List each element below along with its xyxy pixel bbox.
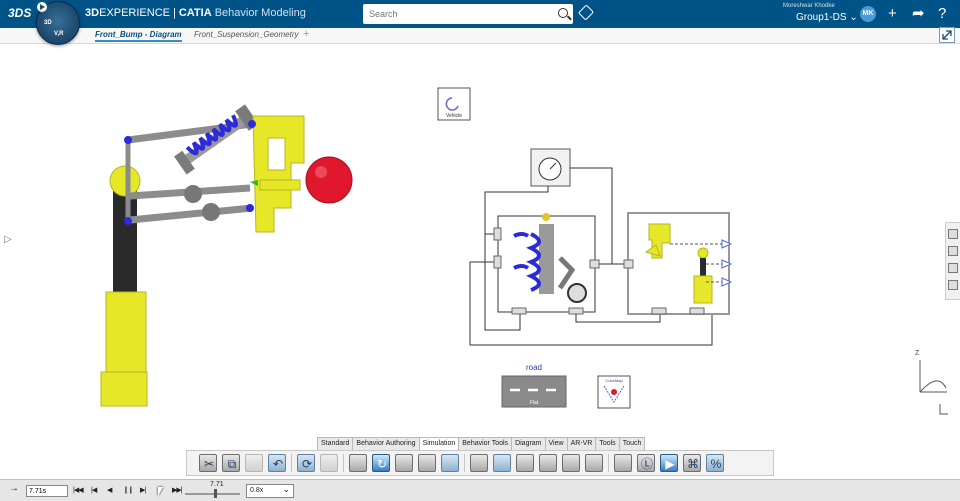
collaborative-space-selector[interactable]: Group1-DS ⌄	[796, 12, 858, 23]
tab-behavior-authoring[interactable]: Behavior Authoring	[352, 437, 420, 450]
gauge-block[interactable]	[530, 148, 571, 187]
tab-standard[interactable]: Standard	[317, 437, 354, 450]
search-icon[interactable]	[558, 8, 568, 18]
ds-logo: 3DS	[8, 6, 32, 20]
tab-front-bump-diagram[interactable]: Front_Bump - Diagram	[95, 30, 182, 42]
export-results-icon[interactable]	[562, 454, 580, 472]
pause-icon[interactable]: ❙❙	[123, 486, 134, 494]
plot-icon[interactable]	[470, 454, 488, 472]
add-tab-icon[interactable]: +	[303, 28, 309, 40]
compass-label-3d: 3D	[44, 20, 52, 26]
simulate-icon[interactable]: ↻	[372, 454, 390, 472]
parameters-icon[interactable]	[441, 454, 459, 472]
front-suspension-block[interactable]	[493, 213, 600, 315]
slider-knob[interactable]	[214, 489, 217, 498]
app-title: 3DEXPERIENCE | CATIA Behavior Modeling	[85, 7, 306, 19]
play-icon[interactable]	[37, 2, 47, 12]
red-ball	[305, 156, 353, 204]
play-simulation-icon[interactable]: ▶	[660, 454, 678, 472]
time-input[interactable]	[26, 485, 68, 497]
tab-view[interactable]: View	[544, 437, 568, 450]
capture-icon[interactable]: ⌘	[683, 454, 701, 472]
colormap-label: ColorMap	[605, 378, 623, 383]
vehicle-block[interactable]: Vehicle	[437, 87, 471, 121]
upright-column	[113, 185, 137, 300]
share-icon[interactable]: ➦	[912, 5, 925, 23]
search-input[interactable]	[363, 4, 548, 24]
compile-icon[interactable]	[349, 454, 367, 472]
measure-icon[interactable]	[614, 454, 632, 472]
avatar[interactable]: MK	[860, 6, 876, 22]
results-icon[interactable]	[418, 454, 436, 472]
tab-diagram[interactable]: Diagram	[511, 437, 546, 450]
time-slider[interactable]	[185, 493, 240, 495]
vehicle-label: Vehicle	[446, 113, 462, 119]
steering-knuckle	[252, 115, 305, 233]
section-tabs: Standard Behavior Authoring Simulation B…	[317, 437, 646, 450]
tab-simulation[interactable]: Simulation	[418, 437, 460, 450]
separator	[343, 454, 344, 472]
ball-joint	[109, 165, 141, 197]
mouse-cursor	[158, 487, 163, 496]
law-icon[interactable]: Ⓛ	[637, 454, 655, 472]
road-block[interactable]: road Flat	[501, 363, 567, 408]
user-name: Moreshwar Khodke	[783, 3, 835, 9]
paste-icon[interactable]	[245, 454, 263, 472]
action-bar: ✂ ⧉ ↶ ⟳ ↻ Ⓛ ▶ ⌘ %	[186, 450, 774, 476]
separator	[608, 454, 609, 472]
experiment-icon[interactable]	[395, 454, 413, 472]
collapse-icon[interactable]	[939, 27, 955, 43]
tab-tools[interactable]: Tools	[595, 437, 620, 450]
help-icon[interactable]: ?	[938, 5, 946, 23]
actuator-block[interactable]	[623, 212, 733, 315]
last-frame-icon[interactable]: ▶▶|	[172, 486, 183, 494]
axis-triad-icon[interactable]: Z	[915, 350, 948, 415]
step-arrow-icon[interactable]: →	[9, 483, 19, 494]
annotation-icon[interactable]	[585, 454, 603, 472]
app-window: { "header": { "brand_bold": "3D", "brand…	[0, 0, 960, 501]
svg-text:Z: Z	[915, 350, 920, 357]
separator	[291, 454, 292, 472]
lower-arm	[129, 204, 253, 224]
tab-front-suspension-geometry[interactable]: Front_Suspension_Geometry	[194, 30, 299, 39]
compass-widget[interactable]: 3D V,R	[36, 1, 80, 45]
compass-label-vr: V,R	[54, 31, 64, 37]
report-icon[interactable]	[539, 454, 557, 472]
settings-icon[interactable]: %	[706, 454, 724, 472]
separator	[464, 454, 465, 472]
document-tabs: Front_Bump - Diagram Front_Suspension_Ge…	[0, 28, 960, 44]
diagram-canvas[interactable]: Vehicle road Flat ColorMap Z	[0, 44, 960, 434]
speed-select[interactable]: 0.8x	[246, 483, 294, 498]
next-frame-icon[interactable]: ▶|	[140, 486, 146, 494]
update-icon[interactable]: ⟳	[297, 454, 315, 472]
plus-icon[interactable]: +	[888, 5, 897, 23]
player-bar: → |◀◀ |◀ ◀ ❙❙ ▶| ▶▶| 7.71 0.8x	[0, 479, 960, 501]
slider-value: 7.71	[210, 481, 224, 488]
cut-icon[interactable]: ✂	[199, 454, 217, 472]
tab-touch[interactable]: Touch	[618, 437, 646, 450]
hub-base	[100, 371, 148, 407]
arm-bushing-2	[202, 203, 220, 221]
copy-icon[interactable]: ⧉	[222, 454, 240, 472]
sensor-icon[interactable]	[493, 454, 511, 472]
play-reverse-icon[interactable]: ◀	[107, 486, 112, 494]
tab-ar-vr[interactable]: AR-VR	[566, 437, 597, 450]
top-bar: 3DS 3DEXPERIENCE | CATIA Behavior Modeling…	[0, 0, 960, 28]
arm-bushing-1	[184, 185, 202, 203]
animation-icon[interactable]	[516, 454, 534, 472]
hub-carrier	[105, 291, 147, 375]
colormap-block[interactable]: ColorMap	[597, 375, 631, 409]
export-icon[interactable]	[320, 454, 338, 472]
undo-icon[interactable]: ↶	[268, 454, 286, 472]
previous-frame-icon[interactable]: |◀	[91, 486, 97, 494]
knuckle-window	[267, 137, 286, 171]
road-title: road	[526, 363, 542, 372]
coil-spring	[174, 104, 259, 175]
road-label: Flat	[530, 400, 539, 406]
search-box[interactable]	[363, 4, 573, 24]
tab-behavior-tools[interactable]: Behavior Tools	[458, 437, 513, 450]
first-frame-icon[interactable]: |◀◀	[73, 486, 84, 494]
suspension-3d-model[interactable]	[100, 104, 353, 407]
tag-icon[interactable]	[577, 4, 595, 21]
